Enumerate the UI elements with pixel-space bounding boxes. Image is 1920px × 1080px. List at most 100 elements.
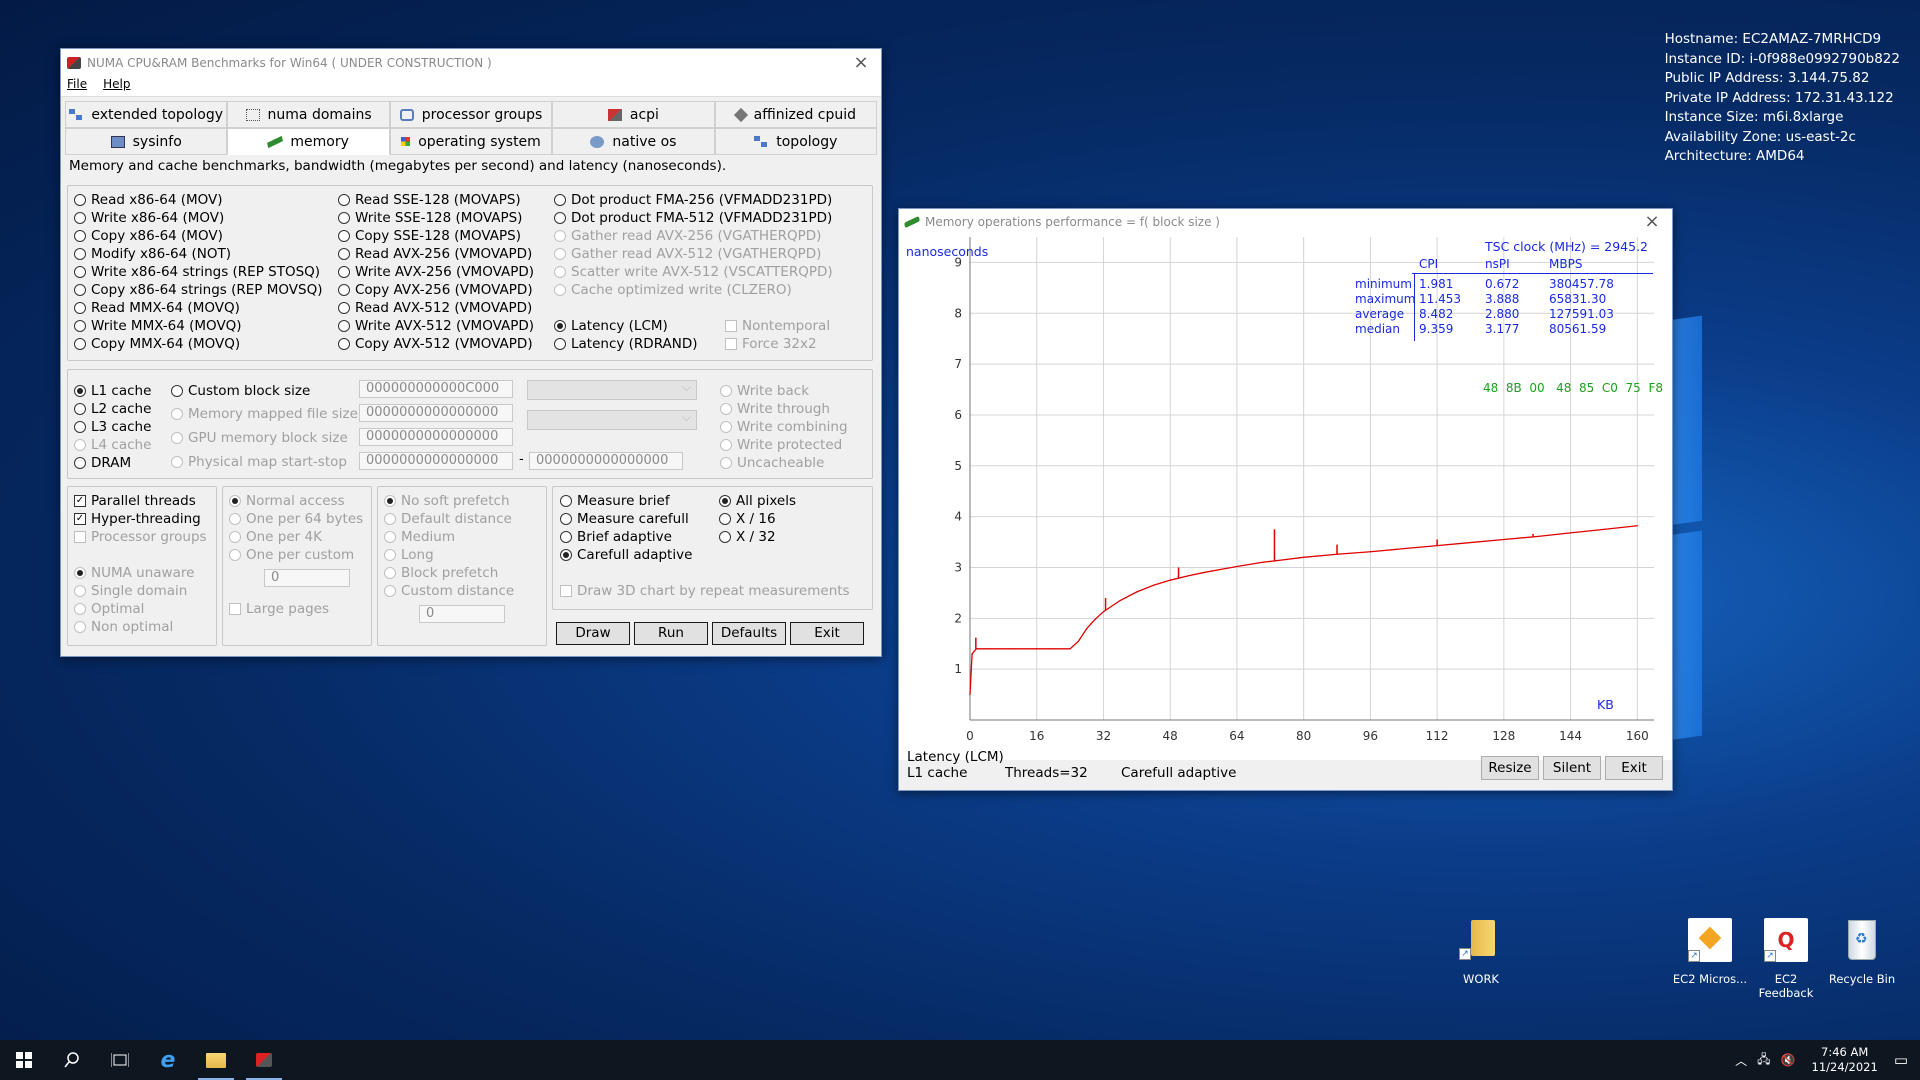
cache-l3[interactable]: L3 cache <box>74 419 151 435</box>
benchmark-app-button[interactable] <box>240 1040 288 1080</box>
op-fma512[interactable]: Dot product FMA-512 (VFMADD231PD) <box>554 210 832 226</box>
x16-radio[interactable]: X / 16 <box>719 511 776 527</box>
op-copy-sse[interactable]: Copy SSE-128 (MOVAPS) <box>338 228 521 244</box>
dropdown-1[interactable] <box>527 380 697 400</box>
tab-native-os[interactable]: native os <box>552 128 715 155</box>
radio-label: Carefull adaptive <box>577 547 693 563</box>
desktop-icon-ec2-micros[interactable]: ↗ EC2 Micros... <box>1670 918 1750 986</box>
volume-icon[interactable]: 🔇 <box>1781 1053 1796 1067</box>
tab-affinized-cpuid[interactable]: affinized cpuid <box>714 101 878 128</box>
op-read-avx512[interactable]: Read AVX-512 (VMOVAPD) <box>338 300 532 316</box>
chart-exit-button[interactable]: Exit <box>1605 756 1663 780</box>
custom-block-input[interactable]: 000000000000C000 <box>359 380 513 398</box>
radio-label: GPU memory block size <box>188 430 348 446</box>
radio-label: Custom distance <box>401 583 515 599</box>
start-button[interactable] <box>0 1040 48 1080</box>
defaults-button[interactable]: Defaults <box>712 622 786 645</box>
radio <box>338 302 350 314</box>
explorer-button[interactable] <box>192 1040 240 1080</box>
y-tick-label: 4 <box>954 510 962 524</box>
cache-dram[interactable]: DRAM <box>74 455 131 471</box>
op-write-mmx[interactable]: Write MMX-64 (MOVQ) <box>74 318 242 334</box>
tab-numa-domains[interactable]: numa domains <box>227 101 390 128</box>
run-button[interactable]: Run <box>634 622 708 645</box>
op-write-sse[interactable]: Write SSE-128 (MOVAPS) <box>338 210 522 226</box>
cache-l2[interactable]: L2 cache <box>74 401 151 417</box>
op-write-avx512[interactable]: Write AVX-512 (VMOVAPD) <box>338 318 534 334</box>
radio <box>384 513 396 525</box>
desktop-icon-recycle-bin[interactable]: ♻ Recycle Bin <box>1822 918 1902 986</box>
tab-topology[interactable]: topology <box>714 128 878 155</box>
close-icon[interactable]: × <box>1632 209 1672 235</box>
network-icon[interactable]: 🖧 <box>1757 1050 1770 1071</box>
radio-label: Optimal <box>91 601 145 617</box>
op-read-x86[interactable]: Read x86-64 (MOV) <box>74 192 223 208</box>
tab-label: numa domains <box>267 106 372 123</box>
task-view-button[interactable] <box>96 1040 144 1080</box>
chevron-up-icon[interactable]: ︿ <box>1735 1052 1747 1069</box>
prefetch-distance-input[interactable]: 0 <box>419 605 505 623</box>
op-copy-avx512[interactable]: Copy AVX-512 (VMOVAPD) <box>338 336 533 352</box>
op-copy-mmx[interactable]: Copy MMX-64 (MOVQ) <box>74 336 240 352</box>
internet-explorer-icon: e <box>160 1047 176 1073</box>
tab-extended-topology[interactable]: extended topology <box>65 101 228 128</box>
op-read-mmx[interactable]: Read MMX-64 (MOVQ) <box>74 300 240 316</box>
op-copy-x86[interactable]: Copy x86-64 (MOV) <box>74 228 223 244</box>
phys-start-input[interactable]: 0000000000000000 <box>359 452 513 470</box>
tab-processor-groups[interactable]: processor groups <box>389 101 553 128</box>
search-button[interactable] <box>48 1040 96 1080</box>
notifications-icon[interactable]: ▭ <box>1894 1051 1908 1069</box>
phys-stop-input[interactable]: 0000000000000000 <box>529 452 683 470</box>
dropdown-2[interactable] <box>527 410 697 430</box>
radio <box>229 531 241 543</box>
tab-operating-system[interactable]: operating system <box>389 128 553 155</box>
op-read-sse[interactable]: Read SSE-128 (MOVAPS) <box>338 192 521 208</box>
measure-carefull-radio[interactable]: Measure carefull <box>560 511 689 527</box>
mmf-size-input[interactable]: 0000000000000000 <box>359 404 513 422</box>
radio <box>720 421 732 433</box>
clock[interactable]: 7:46 AM 11/24/2021 <box>1812 1045 1878 1075</box>
op-copy-avx256[interactable]: Copy AVX-256 (VMOVAPD) <box>338 282 533 298</box>
op-modify-x86[interactable]: Modify x86-64 (NOT) <box>74 246 231 262</box>
cache-label: L3 cache <box>91 419 152 435</box>
x32-radio[interactable]: X / 32 <box>719 529 776 545</box>
cache-l1[interactable]: L1 cache <box>74 383 151 399</box>
measure-brief-radio[interactable]: Measure brief <box>560 493 670 509</box>
op-latency-lcm[interactable]: Latency (LCM) <box>554 318 668 334</box>
draw-button[interactable]: Draw <box>556 622 630 645</box>
tab-acpi[interactable]: acpi <box>552 101 715 128</box>
silent-button[interactable]: Silent <box>1543 756 1601 780</box>
gpu-size-input[interactable]: 0000000000000000 <box>359 428 513 446</box>
op-label: Copy x86-64 strings (REP MOVSQ) <box>91 282 323 298</box>
sysinfo-line: Private IP Address: 172.31.43.122 <box>1664 89 1894 106</box>
radio-label: One per custom <box>246 547 355 563</box>
custom-block-radio[interactable]: Custom block size <box>171 383 310 399</box>
op-copy-strings[interactable]: Copy x86-64 strings (REP MOVSQ) <box>74 282 322 298</box>
menu-help[interactable]: Help <box>103 77 130 96</box>
desktop-icon-ec2-feedback[interactable]: Q ↗ EC2 Feedback <box>1746 918 1826 1000</box>
tab-memory[interactable]: memory <box>227 128 390 155</box>
op-gather256: Gather read AVX-256 (VGATHERQPD) <box>554 228 821 244</box>
close-icon[interactable]: × <box>841 49 881 77</box>
tab-sysinfo[interactable]: sysinfo <box>65 128 228 155</box>
op-write-x86[interactable]: Write x86-64 (MOV) <box>74 210 224 226</box>
op-write-strings[interactable]: Write x86-64 strings (REP STOSQ) <box>74 264 320 280</box>
desktop-icon-work[interactable]: ↗ WORK <box>1441 918 1521 986</box>
carefull-adaptive-radio[interactable]: Carefull adaptive <box>560 547 692 563</box>
menu-file[interactable]: File <box>67 77 87 96</box>
op-latency-rdrand[interactable]: Latency (RDRAND) <box>554 336 698 352</box>
ie-button[interactable]: e <box>144 1040 192 1080</box>
stat-mbps: 127591.03 <box>1549 307 1614 321</box>
exit-button[interactable]: Exit <box>790 622 864 645</box>
op-read-avx256[interactable]: Read AVX-256 (VMOVAPD) <box>338 246 532 262</box>
resize-button[interactable]: Resize <box>1481 756 1539 780</box>
radio <box>554 248 566 260</box>
access-custom-input[interactable]: 0 <box>264 569 350 587</box>
op-fma256[interactable]: Dot product FMA-256 (VFMADD231PD) <box>554 192 832 208</box>
status-measure: Carefull adaptive <box>1121 765 1237 781</box>
all-pixels-radio[interactable]: All pixels <box>719 493 796 509</box>
parallel-threads-checkbox[interactable]: ✓ Parallel threads <box>74 493 196 509</box>
op-write-avx256[interactable]: Write AVX-256 (VMOVAPD) <box>338 264 534 280</box>
brief-adaptive-radio[interactable]: Brief adaptive <box>560 529 672 545</box>
hyper-threading-checkbox[interactable]: ✓ Hyper-threading <box>74 511 201 527</box>
